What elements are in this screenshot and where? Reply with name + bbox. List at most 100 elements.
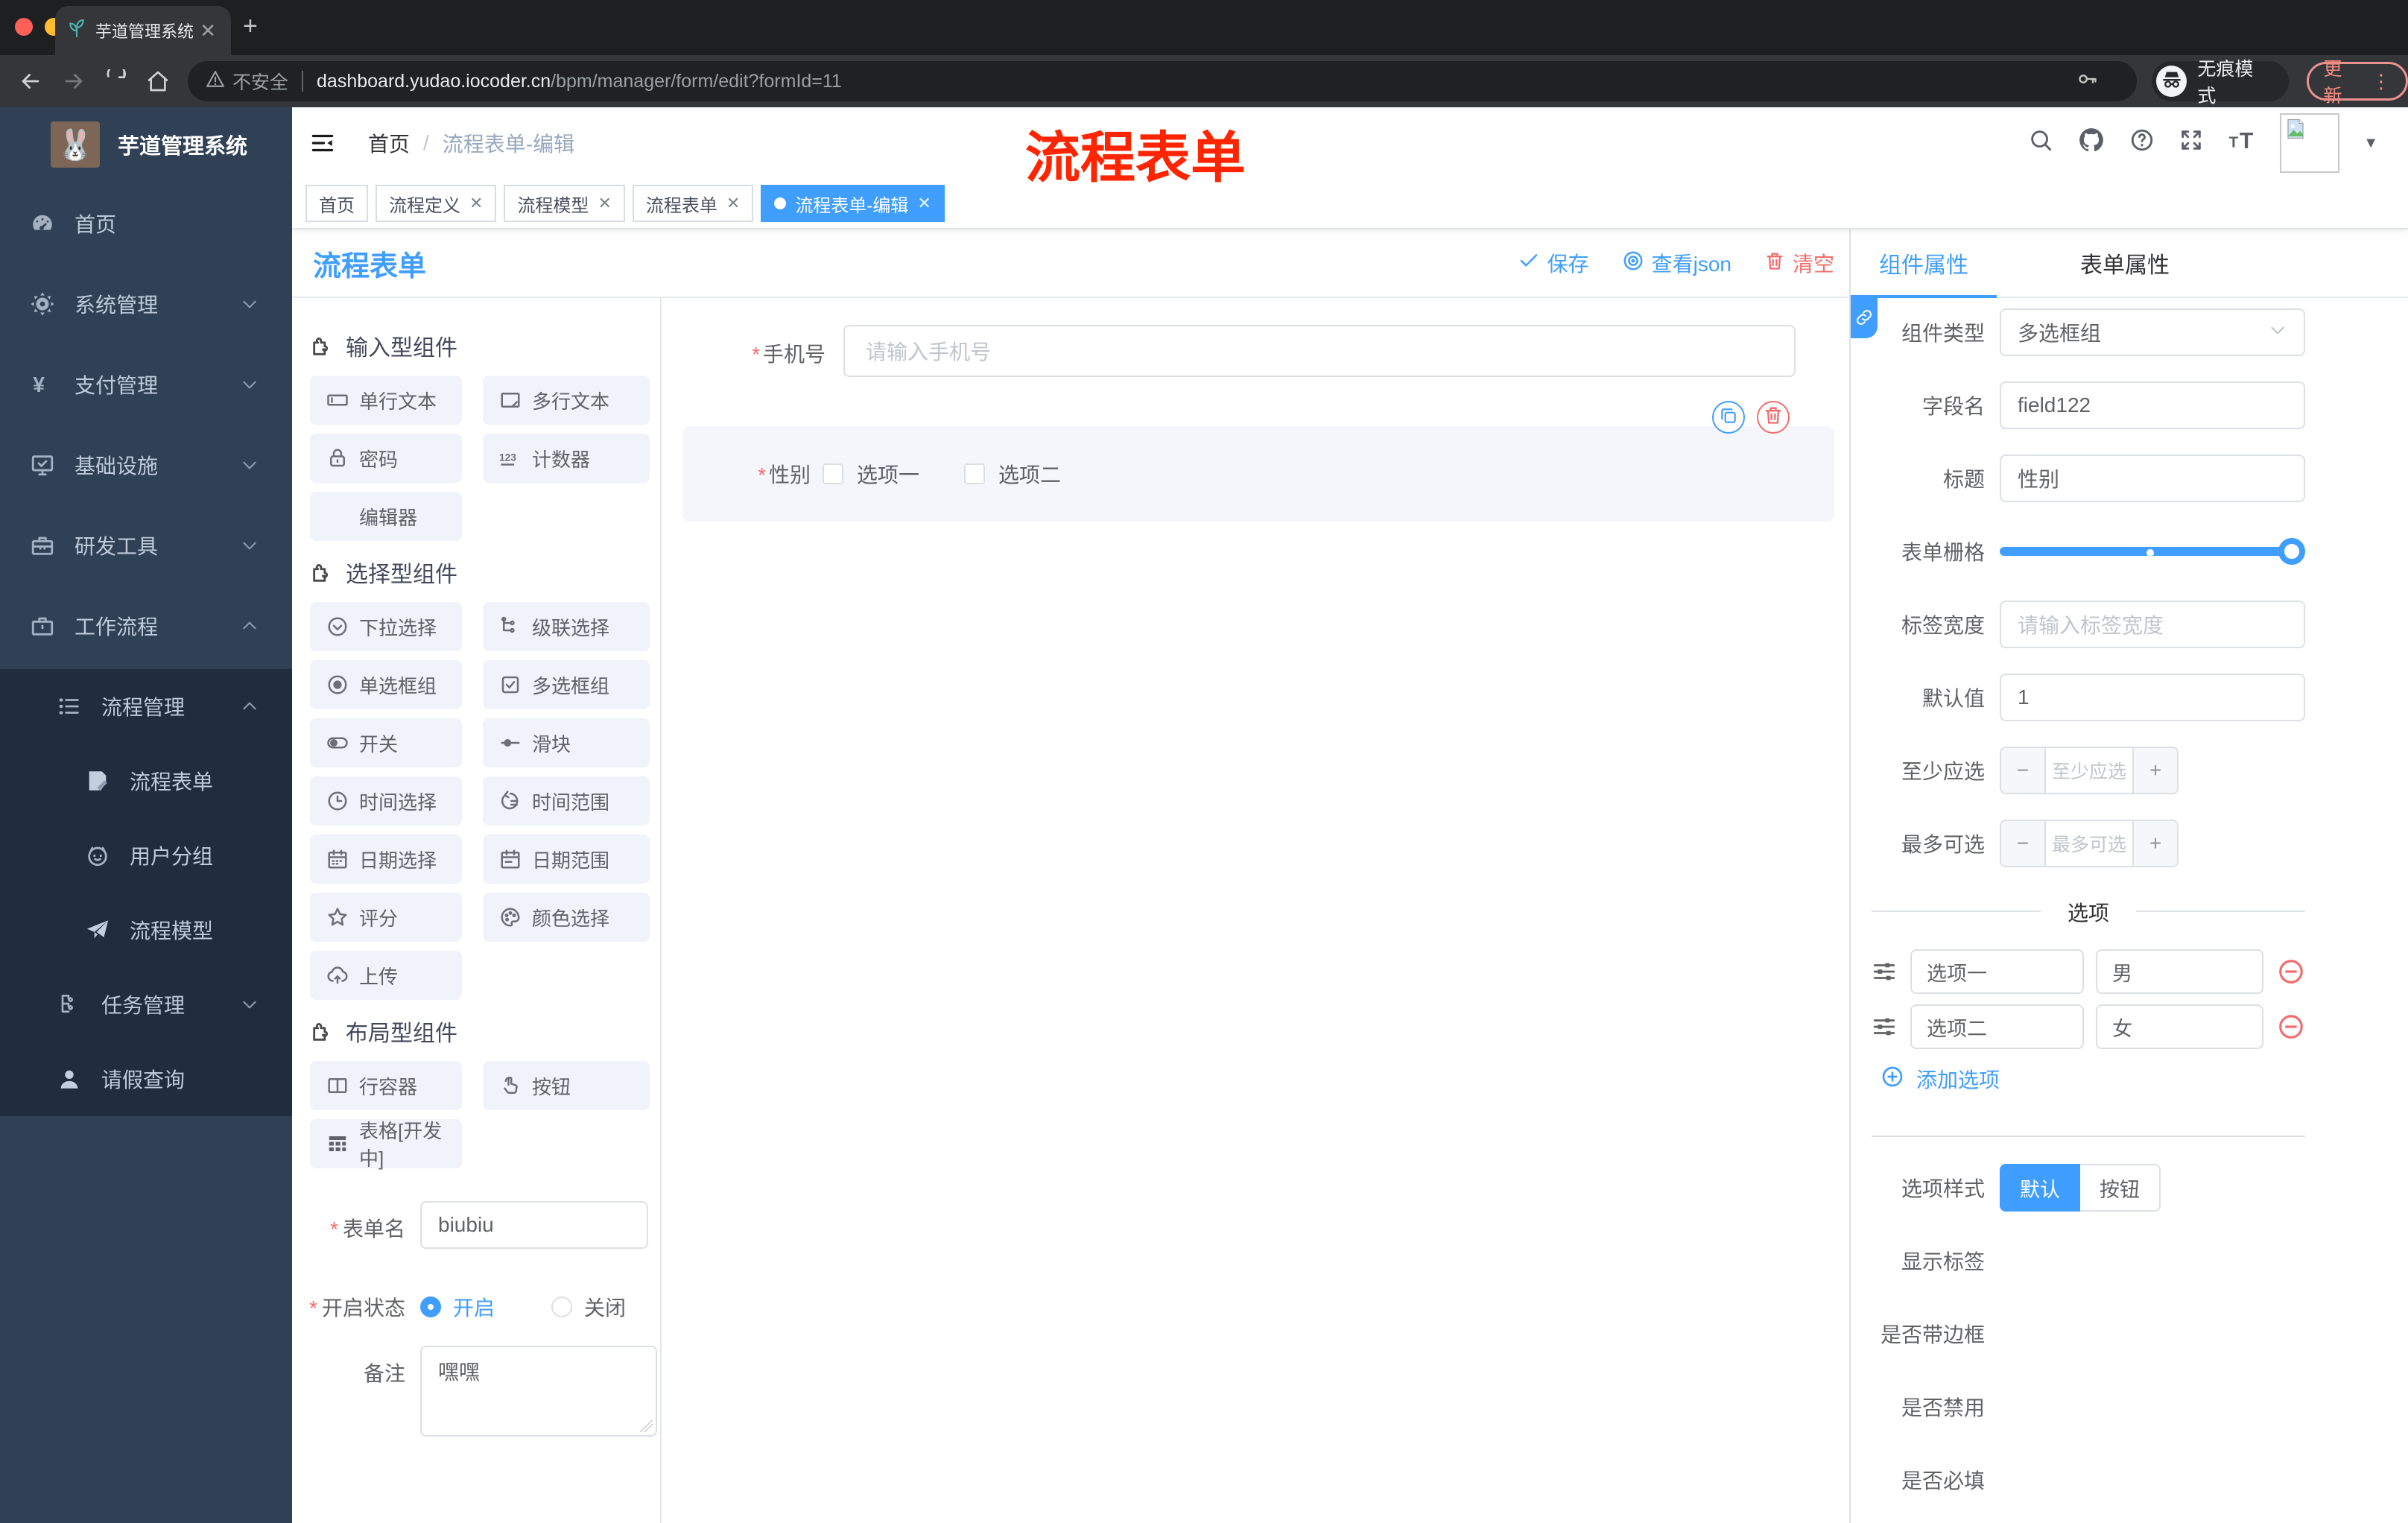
clear-button[interactable]: 清空 [1764, 248, 1834, 278]
tab-component-props[interactable]: 组件属性 [1851, 229, 1997, 297]
back-icon[interactable] [18, 69, 43, 94]
tag-close-icon[interactable]: ✕ [469, 194, 483, 213]
component-chip-row-container[interactable]: 行容器 [310, 1061, 462, 1110]
stepper-minus-button[interactable]: − [2001, 821, 2046, 866]
font-size-icon[interactable]: TT [2228, 126, 2256, 160]
breadcrumb-home[interactable]: 首页 [368, 128, 410, 158]
tag-view-4[interactable]: 流程表单-编辑 ✕ [761, 185, 945, 222]
component-chip-checkbox[interactable]: 多选框组 [483, 660, 650, 709]
component-chip-switch[interactable]: 开关 [310, 718, 462, 767]
component-chip-counter[interactable]: 123 计数器 [483, 434, 650, 483]
component-chip-none[interactable]: 编辑器 [310, 492, 462, 541]
home-icon[interactable] [146, 69, 170, 93]
component-chip-calendar[interactable]: 日期选择 [310, 835, 462, 884]
sidebar-item-1[interactable]: 系统管理 [0, 267, 292, 341]
sidebar-item-11[interactable]: 请假查询 [0, 1042, 292, 1116]
option-drag-icon[interactable] [1872, 1014, 1901, 1039]
view-json-button[interactable]: 查看json [1622, 248, 1731, 278]
tag-view-2[interactable]: 流程模型 ✕ [504, 185, 625, 222]
component-chip-upload[interactable]: 上传 [310, 951, 462, 1000]
phone-input[interactable]: 请输入手机号 [843, 325, 1796, 377]
component-type-select[interactable]: 多选框组 [2000, 308, 2305, 356]
update-button[interactable]: 更新 ⋮ [2306, 59, 2408, 107]
option-value-input[interactable]: 男 [2095, 949, 2263, 994]
component-chip-time-range[interactable]: 时间范围 [483, 776, 650, 826]
sidebar-item-3[interactable]: 基础设施 [0, 428, 292, 502]
option-label-input[interactable]: 选项一 [1910, 949, 2084, 994]
sidebar-item-2[interactable]: ¥ 支付管理 [0, 347, 292, 422]
delete-field-button[interactable] [1757, 401, 1790, 434]
component-chip-clock[interactable]: 时间选择 [310, 776, 462, 826]
component-chip-table-grid[interactable]: 表格[开发中] [310, 1119, 462, 1170]
form-grid-slider[interactable] [2000, 528, 2305, 575]
tag-view-0[interactable]: 首页 [305, 185, 368, 222]
sidebar-item-8[interactable]: 用户分组 [0, 818, 292, 893]
component-chip-slider[interactable]: 滑块 [483, 718, 650, 767]
tag-view-1[interactable]: 流程定义 ✕ [376, 185, 497, 222]
help-icon[interactable] [2129, 127, 2155, 159]
radio-off-label[interactable]: 关闭 [584, 1292, 626, 1322]
reload-icon[interactable] [104, 69, 128, 93]
radio-on[interactable] [420, 1296, 441, 1317]
component-chip-radio[interactable]: 单选框组 [310, 660, 462, 709]
sidebar-item-10[interactable]: 任务管理 [0, 967, 292, 1042]
component-chip-input[interactable]: 单行文本 [310, 376, 462, 425]
min-select-input[interactable]: 至少应选 [2046, 748, 2132, 793]
option-value-input[interactable]: 女 [2095, 1004, 2263, 1049]
component-chip-date-range[interactable]: 日期范围 [483, 835, 650, 884]
slider-handle[interactable] [2278, 538, 2305, 565]
tag-view-3[interactable]: 流程表单 ✕ [632, 185, 754, 222]
forward-icon[interactable] [61, 69, 86, 94]
tag-close-icon[interactable]: ✕ [598, 194, 611, 213]
option-drag-icon[interactable] [1872, 959, 1901, 984]
label-width-input[interactable]: 请输入标签宽度 [2000, 601, 2305, 648]
tab-close-icon[interactable]: ✕ [197, 19, 219, 42]
slider-track[interactable] [2000, 547, 2287, 556]
sidebar-collapse-icon[interactable] [308, 129, 337, 157]
canvas-field-phone[interactable]: * 手机号 请输入手机号 [662, 325, 1849, 377]
checkbox[interactable] [964, 463, 986, 484]
tag-close-icon[interactable]: ✕ [726, 194, 740, 213]
key-icon[interactable] [2077, 69, 2098, 95]
browser-tab[interactable]: 芋道管理系统 ✕ [55, 6, 231, 55]
sidebar-item-6[interactable]: 流程管理 [0, 669, 292, 744]
style-button-button[interactable]: 按钮 [2080, 1164, 2161, 1212]
sidebar-item-5[interactable]: 工作流程 [0, 589, 292, 663]
add-option-button[interactable]: 添加选项 [1881, 1064, 2305, 1094]
sidebar-item-4[interactable]: 研发工具 [0, 508, 292, 583]
fullscreen-icon[interactable] [2179, 127, 2204, 159]
url-bar[interactable]: 不安全 dashboard.yudao.iocoder.cn /bpm/mana… [188, 61, 2138, 101]
remove-option-button[interactable] [2277, 957, 2305, 986]
radio-off[interactable] [551, 1296, 573, 1317]
gender-option-1[interactable]: 选项二 [964, 459, 1061, 489]
browser-menu-icon[interactable]: ⋮ [2371, 70, 2391, 93]
tab-form-props[interactable]: 表单属性 [2080, 229, 2170, 297]
new-tab-button[interactable]: + [243, 13, 258, 39]
component-chip-palette[interactable]: 颜色选择 [483, 893, 650, 942]
component-chip-button-click[interactable]: 按钮 [483, 1061, 650, 1110]
field-name-input[interactable]: field122 [2000, 381, 2305, 429]
default-value-input[interactable]: 1 [2000, 674, 2305, 721]
stepper-plus-button[interactable]: + [2132, 748, 2177, 793]
sidebar-item-7[interactable]: 流程表单 [0, 744, 292, 818]
copy-field-button[interactable] [1712, 401, 1745, 434]
panel-link-handle[interactable] [1851, 298, 1878, 338]
github-icon[interactable] [2077, 126, 2106, 160]
max-select-input[interactable]: 最多可选 [2046, 821, 2132, 866]
search-icon[interactable] [2028, 127, 2053, 159]
remove-option-button[interactable] [2277, 1013, 2305, 1041]
avatar[interactable] [2280, 113, 2340, 173]
title-input[interactable]: 性别 [2000, 455, 2305, 502]
security-warning[interactable]: 不安全 [206, 68, 288, 95]
option-label-input[interactable]: 选项二 [1910, 1004, 2084, 1049]
close-window-button[interactable] [15, 18, 33, 36]
sidebar-item-0[interactable]: 首页 [0, 186, 292, 261]
resize-handle[interactable] [639, 1419, 653, 1432]
sidebar-item-9[interactable]: 流程模型 [0, 893, 292, 967]
stepper-plus-button[interactable]: + [2132, 821, 2177, 866]
radio-on-label[interactable]: 开启 [453, 1292, 495, 1322]
checkbox[interactable] [823, 463, 843, 484]
component-chip-star[interactable]: 评分 [310, 893, 462, 942]
form-remark-textarea[interactable]: 嘿嘿 [420, 1346, 657, 1437]
sidebar-logo[interactable]: 🐰 芋道管理系统 [0, 107, 292, 182]
